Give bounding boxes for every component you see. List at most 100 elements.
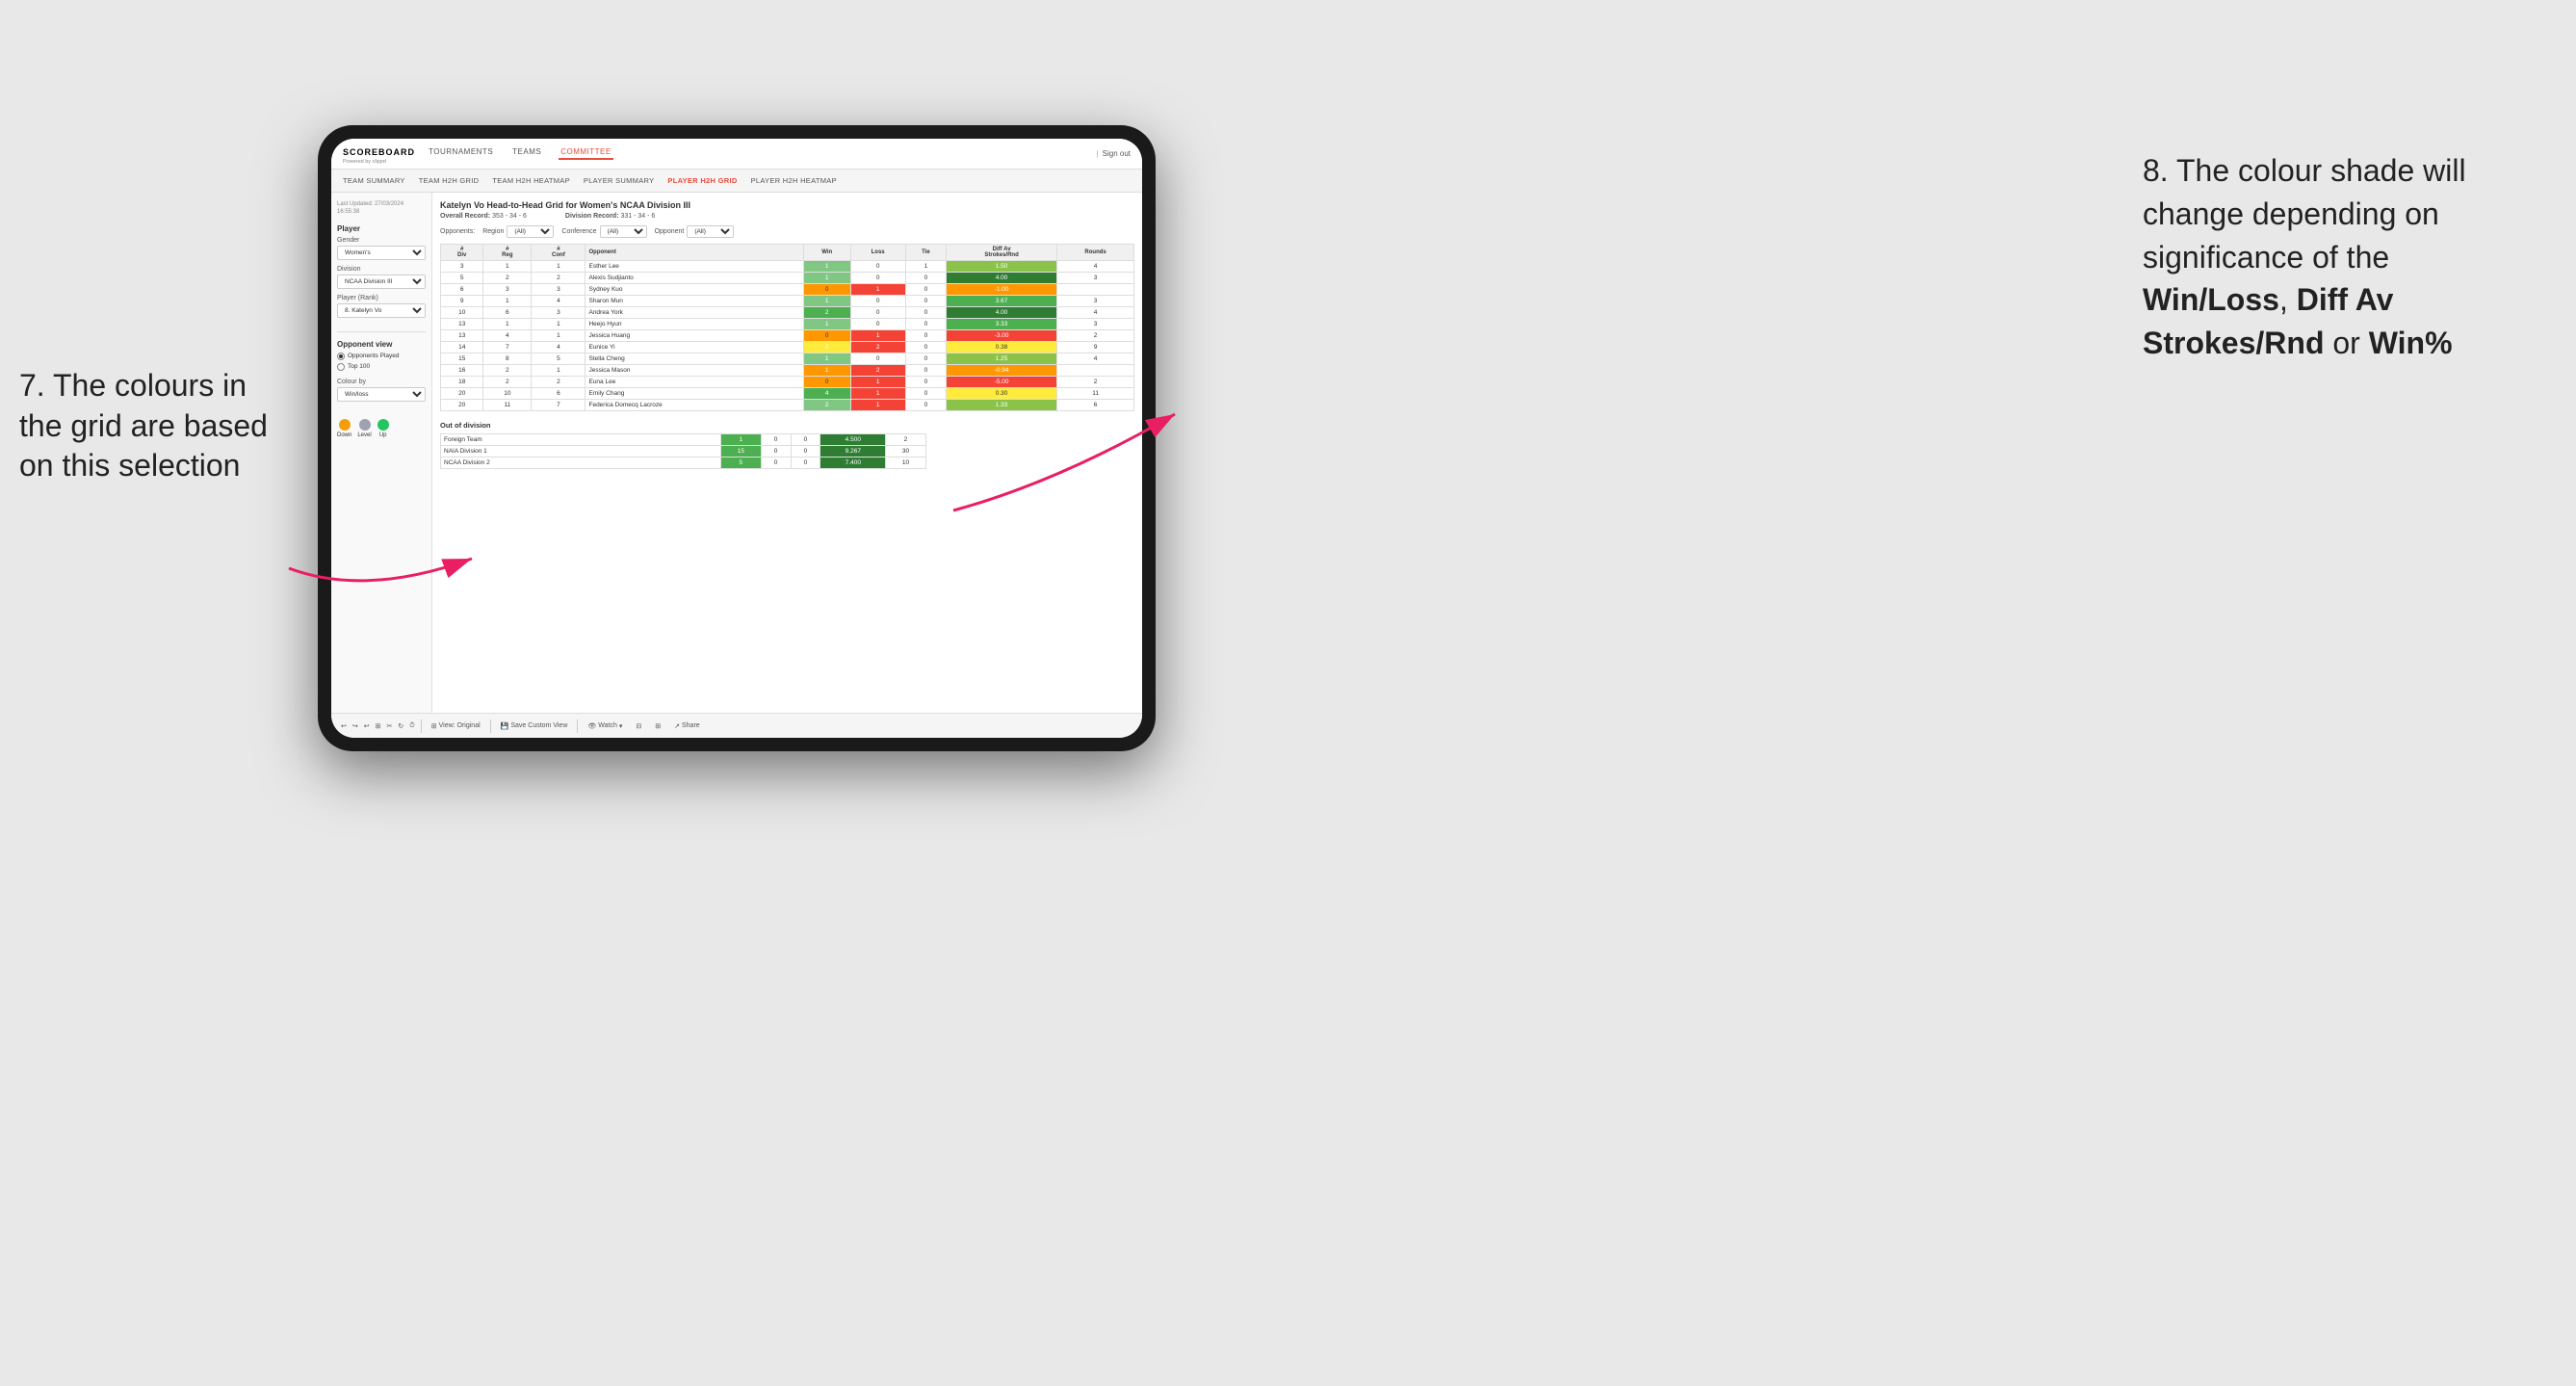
refresh-icon[interactable]: ↻: [398, 722, 403, 730]
gender-select[interactable]: Women's: [337, 246, 426, 260]
sidebar: Last Updated: 27/03/2024 16:55:38 Player…: [331, 193, 432, 713]
cut-icon[interactable]: ✂: [387, 722, 393, 730]
out-of-division-title: Out of division: [440, 421, 1134, 430]
cell-tie: 0: [905, 273, 946, 284]
cell-conf: 7: [532, 400, 585, 411]
save-custom-btn[interactable]: 💾 Save Custom View: [497, 720, 572, 732]
share-btn[interactable]: ↗ Share: [670, 720, 704, 732]
sub-nav-player-h2h-heatmap[interactable]: PLAYER H2H HEATMAP: [751, 176, 837, 185]
grid-btn[interactable]: ⊞: [651, 720, 664, 732]
cell-rounds: 3: [1057, 273, 1134, 284]
nav-teams[interactable]: TEAMS: [510, 147, 543, 160]
cell-opponent: Emily Chang: [585, 388, 803, 400]
legend: Down Level Up: [337, 419, 426, 438]
cell-tie: 0: [905, 296, 946, 307]
nav-committee[interactable]: COMMITTEE: [559, 147, 613, 160]
radio-top100[interactable]: Top 100: [337, 363, 426, 371]
legend-down: Down: [337, 419, 351, 438]
cell-loss: 1: [850, 388, 905, 400]
chevron-down-icon: ▾: [619, 722, 623, 730]
conference-label: Conference: [561, 228, 596, 235]
save-icon: 💾: [501, 722, 509, 730]
player-rank-select[interactable]: 8. Katelyn Vo: [337, 303, 426, 318]
sign-out[interactable]: | Sign out: [1096, 149, 1131, 158]
cell-div: 14: [441, 342, 483, 353]
cell-win: 0: [803, 330, 850, 342]
out-of-division-row: NAIA Division 1 15 0 0 9.267 30: [441, 446, 926, 458]
sub-nav-player-h2h-grid[interactable]: PLAYER H2H GRID: [667, 176, 737, 185]
redo-icon[interactable]: ↪: [352, 722, 358, 730]
cell-tie: 0: [905, 377, 946, 388]
view-icon: ⊞: [431, 722, 437, 730]
cell-diff: 0.30: [947, 388, 1057, 400]
sub-nav: TEAM SUMMARY TEAM H2H GRID TEAM H2H HEAT…: [331, 170, 1142, 193]
cell-win: 5: [721, 458, 761, 469]
cell-name: NCAA Division 2: [441, 458, 721, 469]
nav-tournaments[interactable]: TOURNAMENTS: [427, 147, 495, 160]
cell-opponent: Alexis Sudjianto: [585, 273, 803, 284]
view-original-btn[interactable]: ⊞ View: Original: [428, 720, 484, 732]
division-record: Division Record: 331 - 34 - 6: [565, 213, 655, 220]
clock-icon[interactable]: ⏱: [409, 722, 414, 730]
opponent-select[interactable]: (All): [687, 225, 734, 238]
cell-div: 20: [441, 400, 483, 411]
cell-conf: 1: [532, 365, 585, 377]
filter-region: Region (All): [482, 225, 554, 238]
layout-btn[interactable]: ⊟: [632, 720, 645, 732]
cell-div: 9: [441, 296, 483, 307]
region-select[interactable]: (All): [507, 225, 554, 238]
toolbar-divider3: [577, 719, 578, 733]
cell-conf: 1: [532, 319, 585, 330]
cell-loss: 1: [850, 377, 905, 388]
cell-opponent: Eunice Yi: [585, 342, 803, 353]
cell-tie: 0: [905, 330, 946, 342]
cell-diff: -0.94: [947, 365, 1057, 377]
cell-loss: 0: [761, 446, 791, 458]
cell-rounds: 2: [1057, 330, 1134, 342]
radio-opponents-played[interactable]: Opponents Played: [337, 353, 426, 360]
division-select[interactable]: NCAA Division III: [337, 275, 426, 289]
tablet-screen: SCOREBOARD Powered by clippd TOURNAMENTS…: [331, 139, 1142, 738]
table-row: 5 2 2 Alexis Sudjianto 1 0 0 4.00 3: [441, 273, 1134, 284]
cell-rounds: 10: [886, 458, 925, 469]
cell-win: 1: [803, 296, 850, 307]
cell-div: 18: [441, 377, 483, 388]
cell-conf: 1: [532, 330, 585, 342]
sub-nav-team-summary[interactable]: TEAM SUMMARY: [343, 176, 405, 185]
cell-rounds: 2: [1057, 377, 1134, 388]
cell-loss: 2: [850, 365, 905, 377]
grid-records: Overall Record: 353 - 34 - 6 Division Re…: [440, 213, 1134, 220]
cell-tie: 0: [791, 446, 820, 458]
sub-nav-player-summary[interactable]: PLAYER SUMMARY: [584, 176, 655, 185]
player-section-title: Player: [337, 224, 426, 233]
watch-btn[interactable]: 👁 Watch ▾: [584, 720, 626, 732]
cell-div: 13: [441, 330, 483, 342]
undo-icon[interactable]: ↩: [341, 722, 347, 730]
cell-opponent: Euna Lee: [585, 377, 803, 388]
redo2-icon[interactable]: ↩: [364, 722, 370, 730]
cell-diff: 1.25: [947, 353, 1057, 365]
cell-rounds: [1057, 284, 1134, 296]
cell-opponent: Andrea York: [585, 307, 803, 319]
cell-conf: 2: [532, 377, 585, 388]
cell-tie: 1: [905, 261, 946, 273]
sub-nav-team-h2h-grid[interactable]: TEAM H2H GRID: [419, 176, 480, 185]
cell-conf: 5: [532, 353, 585, 365]
cell-diff: 9.267: [820, 446, 886, 458]
radio-dot-unselected: [337, 363, 345, 371]
conference-select[interactable]: (All): [600, 225, 647, 238]
cell-tie: 0: [905, 307, 946, 319]
region-label: Region: [482, 228, 504, 235]
cell-opponent: Jessica Mason: [585, 365, 803, 377]
eye-icon: 👁: [587, 722, 596, 730]
col-loss: Loss: [850, 245, 905, 261]
sub-nav-team-h2h-heatmap[interactable]: TEAM H2H HEATMAP: [492, 176, 570, 185]
cell-loss: 0: [850, 307, 905, 319]
cell-rounds: 4: [1057, 307, 1134, 319]
copy-icon[interactable]: ⊞: [376, 722, 381, 730]
cell-loss: 0: [850, 319, 905, 330]
colour-by-select[interactable]: Win/loss: [337, 387, 426, 402]
cell-win: 2: [803, 307, 850, 319]
cell-reg: 1: [483, 261, 532, 273]
cell-tie: 0: [905, 400, 946, 411]
